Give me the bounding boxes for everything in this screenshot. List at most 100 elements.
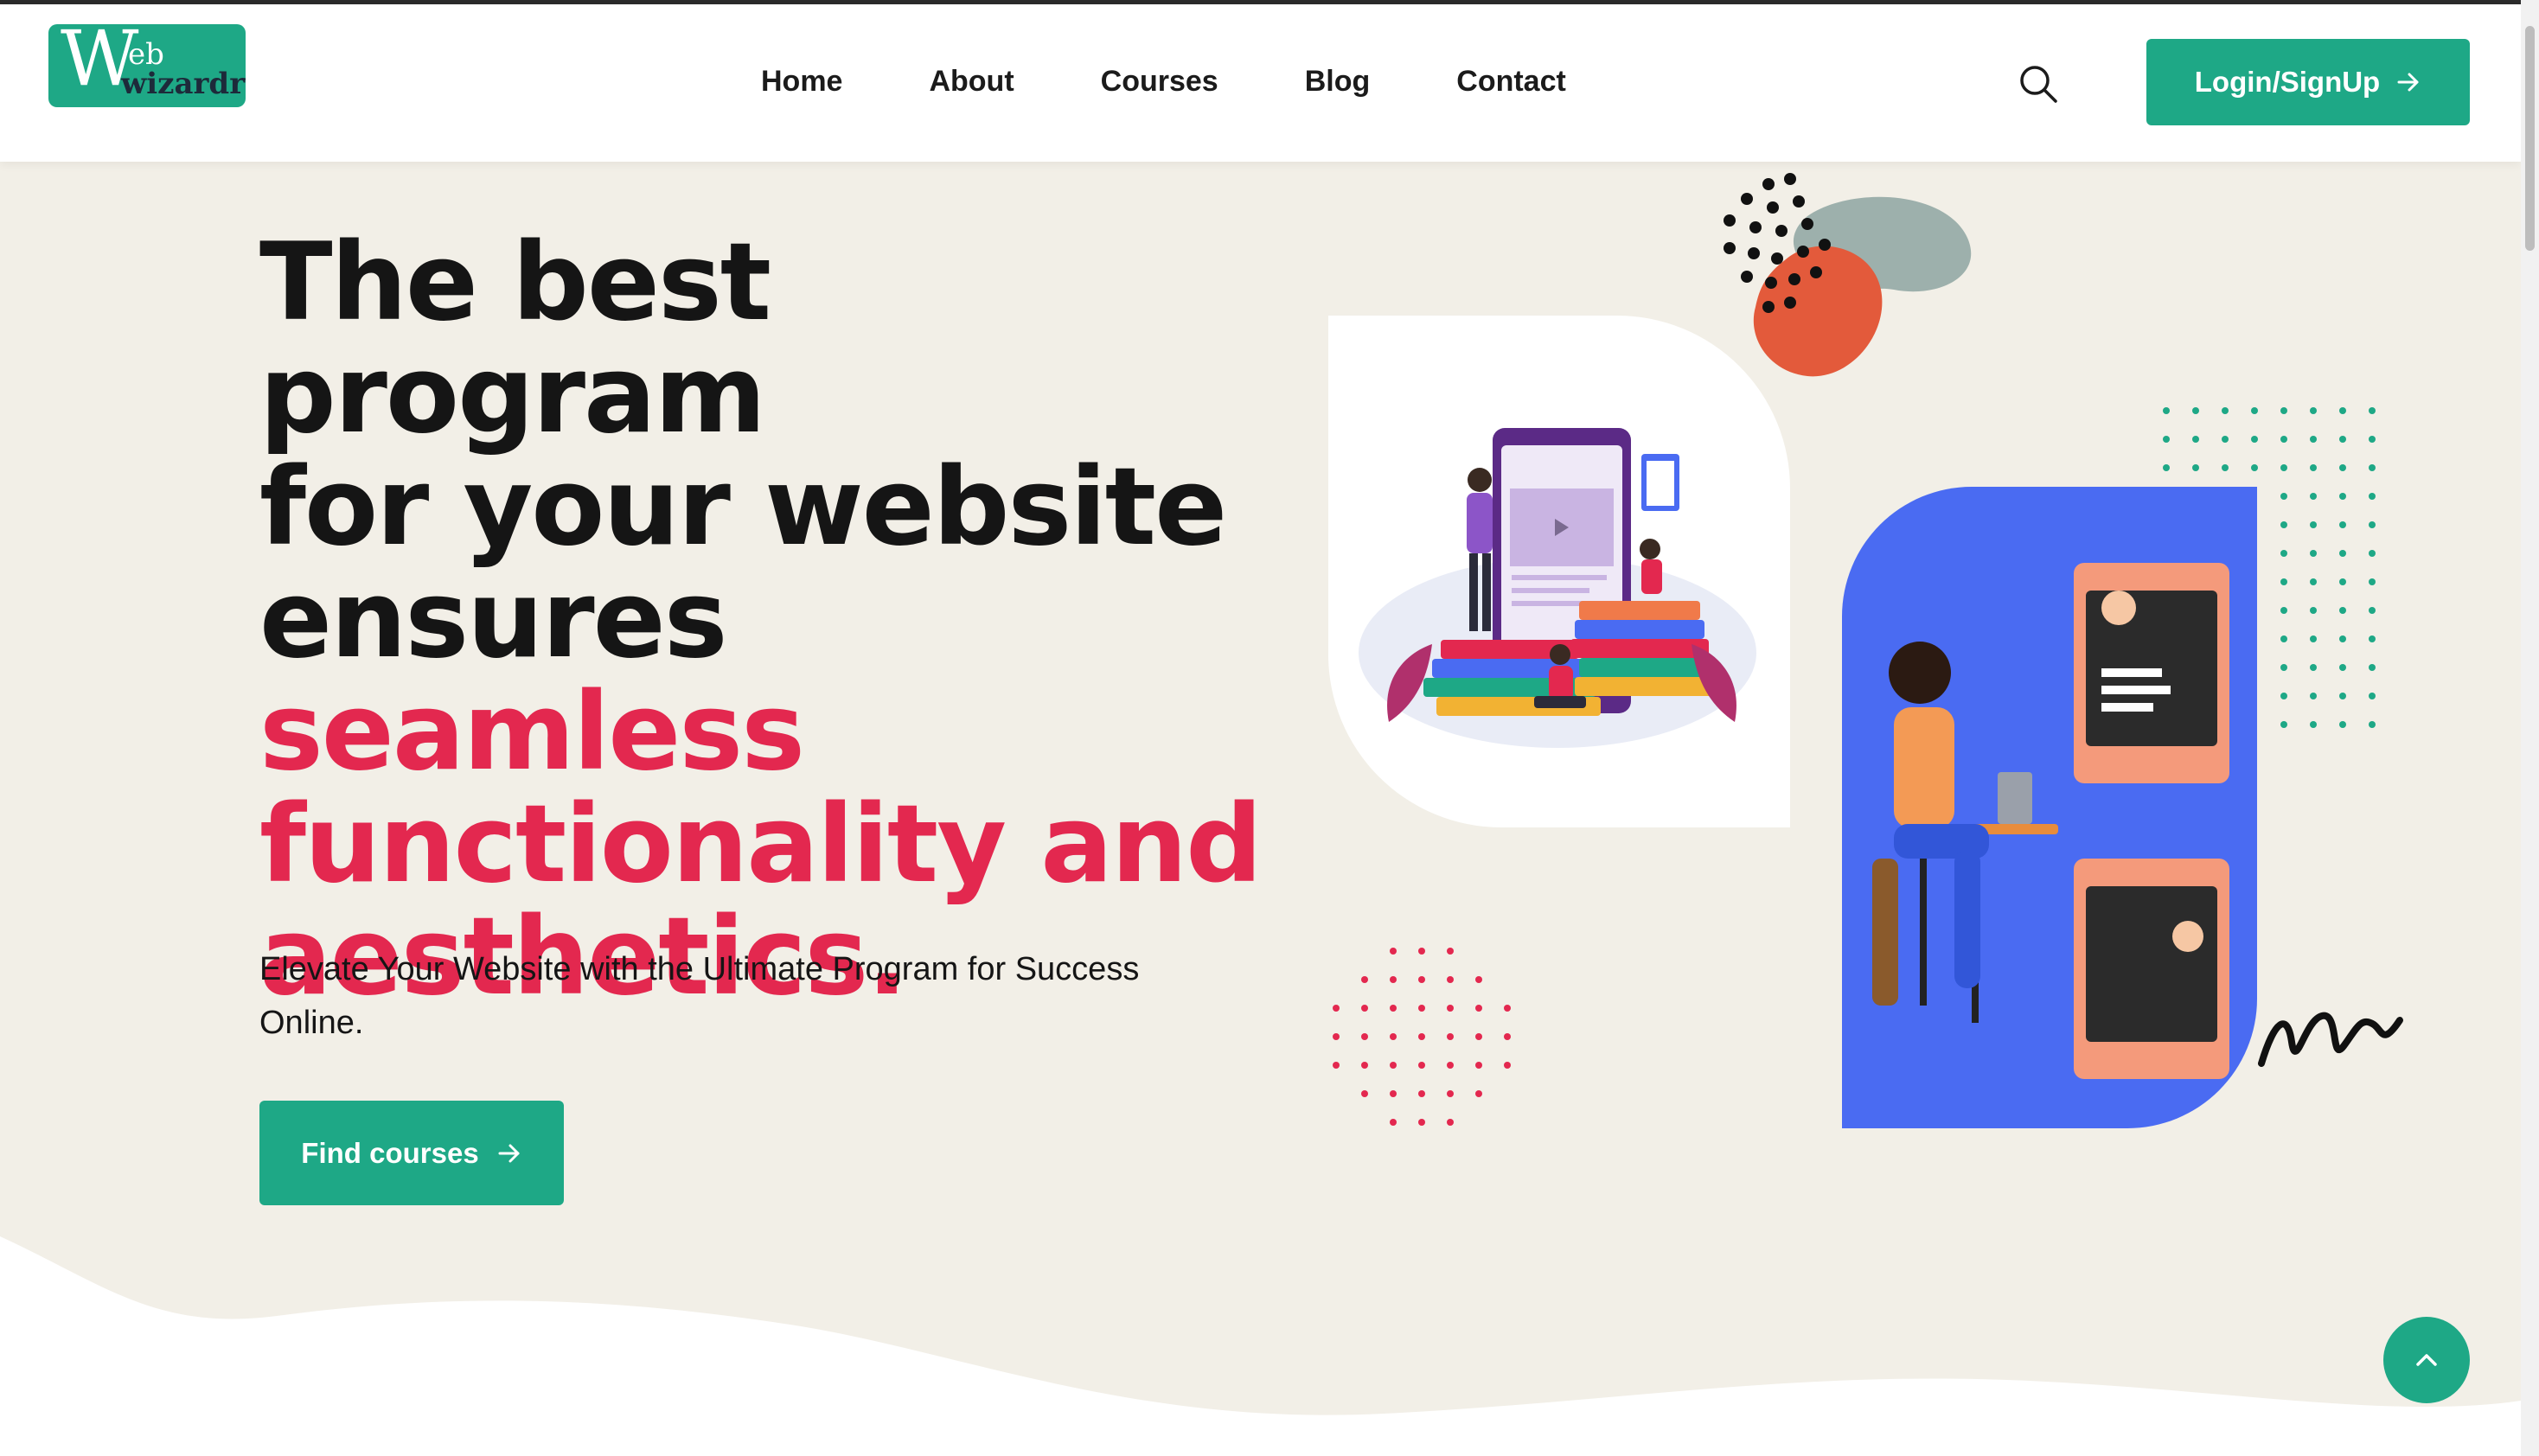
green-dot bbox=[2310, 436, 2317, 443]
hero-headline: The best program for your website ensure… bbox=[259, 227, 1297, 1013]
green-dot bbox=[2251, 407, 2258, 414]
green-dot bbox=[2369, 721, 2376, 728]
pink-dot bbox=[1361, 1005, 1368, 1012]
find-courses-label: Find courses bbox=[301, 1136, 479, 1169]
online-learning-illustration bbox=[1872, 563, 2229, 1079]
nav-home[interactable]: Home bbox=[761, 65, 842, 102]
pink-dot-pattern bbox=[1333, 948, 1511, 1126]
logo-sub-text: wizardry bbox=[121, 67, 246, 101]
find-courses-button[interactable]: Find courses bbox=[259, 1101, 564, 1205]
pink-dot bbox=[1361, 1090, 1368, 1097]
headline-highlight-line: seamless bbox=[259, 670, 805, 795]
pink-dot bbox=[1361, 1033, 1368, 1040]
headline-line: The best program bbox=[259, 220, 771, 457]
pink-dot bbox=[1447, 948, 1454, 955]
green-dot bbox=[2369, 635, 2376, 642]
pink-dot bbox=[1390, 1090, 1397, 1097]
green-dot bbox=[2192, 407, 2199, 414]
scroll-to-top-button[interactable] bbox=[2383, 1317, 2470, 1403]
headline-highlight-line: functionality and bbox=[259, 782, 1263, 907]
pink-dot bbox=[1447, 1033, 1454, 1040]
arrow-right-icon bbox=[498, 1144, 520, 1162]
green-dot bbox=[2310, 407, 2317, 414]
page-scrollbar[interactable] bbox=[2521, 0, 2539, 1456]
pink-dot bbox=[1390, 1033, 1397, 1040]
green-dot bbox=[2369, 578, 2376, 585]
green-dot bbox=[2369, 550, 2376, 557]
pink-dot bbox=[1418, 1119, 1425, 1126]
green-dot bbox=[2310, 693, 2317, 699]
pink-dot bbox=[1333, 1005, 1340, 1012]
green-dot bbox=[2280, 635, 2287, 642]
green-dot bbox=[2280, 436, 2287, 443]
pink-dot bbox=[1475, 1005, 1482, 1012]
green-dot bbox=[2369, 493, 2376, 500]
green-dot bbox=[2310, 635, 2317, 642]
headline-line: ensures bbox=[259, 558, 728, 682]
pink-dot bbox=[1390, 948, 1397, 955]
green-dot bbox=[2280, 578, 2287, 585]
nav-blog[interactable]: Blog bbox=[1305, 65, 1371, 102]
green-dot bbox=[2251, 436, 2258, 443]
pink-dot bbox=[1504, 1062, 1511, 1069]
green-dot bbox=[2310, 550, 2317, 557]
green-dot bbox=[2369, 693, 2376, 699]
logo-sup-text: eb bbox=[128, 37, 164, 72]
scrollbar-thumb[interactable] bbox=[2525, 26, 2535, 251]
login-signup-button[interactable]: Login/SignUp bbox=[2146, 39, 2470, 125]
hero-wave-divider bbox=[0, 1236, 2521, 1456]
green-dot bbox=[2310, 664, 2317, 671]
pink-dot bbox=[1475, 1090, 1482, 1097]
green-dot bbox=[2310, 578, 2317, 585]
nav-about[interactable]: About bbox=[929, 65, 1014, 102]
green-dot bbox=[2310, 464, 2317, 471]
books-illustration-card bbox=[1328, 316, 1790, 827]
arrow-right-icon bbox=[2397, 73, 2419, 92]
pink-dot bbox=[1447, 1062, 1454, 1069]
pink-dot bbox=[1475, 976, 1482, 983]
green-dot bbox=[2369, 464, 2376, 471]
green-dot bbox=[2163, 407, 2170, 414]
green-dot bbox=[2280, 693, 2287, 699]
search-icon[interactable] bbox=[2018, 63, 2059, 105]
green-dot bbox=[2192, 464, 2199, 471]
online-learning-illustration-card bbox=[1842, 487, 2257, 1128]
green-dot bbox=[2339, 521, 2346, 528]
pink-dot bbox=[1447, 976, 1454, 983]
green-dot bbox=[2339, 721, 2346, 728]
green-dot bbox=[2222, 407, 2229, 414]
green-dot bbox=[2369, 436, 2376, 443]
nav-contact[interactable]: Contact bbox=[1456, 65, 1566, 102]
login-label: Login/SignUp bbox=[2194, 66, 2381, 98]
pink-dot bbox=[1390, 976, 1397, 983]
hero-subtext: Elevate Your Website with the Ultimate P… bbox=[259, 951, 1140, 1041]
green-dot bbox=[2310, 721, 2317, 728]
headline-line: for your website bbox=[259, 445, 1227, 570]
pink-dot bbox=[1390, 1062, 1397, 1069]
pink-dot bbox=[1333, 1033, 1340, 1040]
green-dot bbox=[2280, 407, 2287, 414]
site-logo[interactable]: W eb wizardry bbox=[48, 24, 246, 107]
green-dot bbox=[2339, 464, 2346, 471]
books-illustration bbox=[1359, 428, 1756, 748]
green-dot bbox=[2163, 436, 2170, 443]
pink-dot bbox=[1418, 976, 1425, 983]
green-dot bbox=[2339, 578, 2346, 585]
green-dot bbox=[2280, 464, 2287, 471]
site-header: W eb wizardry Home About Courses Blog Co… bbox=[0, 4, 2521, 162]
green-dot bbox=[2339, 407, 2346, 414]
green-dot bbox=[2339, 436, 2346, 443]
green-dot bbox=[2192, 436, 2199, 443]
green-dot bbox=[2310, 493, 2317, 500]
pink-dot bbox=[1418, 1062, 1425, 1069]
green-dot bbox=[2280, 721, 2287, 728]
pink-dot bbox=[1447, 1119, 1454, 1126]
green-dot bbox=[2280, 493, 2287, 500]
pink-dot bbox=[1418, 1090, 1425, 1097]
main-nav: Home About Courses Blog Contact bbox=[761, 4, 1653, 162]
green-dot bbox=[2339, 664, 2346, 671]
pink-dot bbox=[1390, 1119, 1397, 1126]
nav-courses[interactable]: Courses bbox=[1101, 65, 1218, 102]
green-dot bbox=[2369, 664, 2376, 671]
green-dot bbox=[2163, 464, 2170, 471]
